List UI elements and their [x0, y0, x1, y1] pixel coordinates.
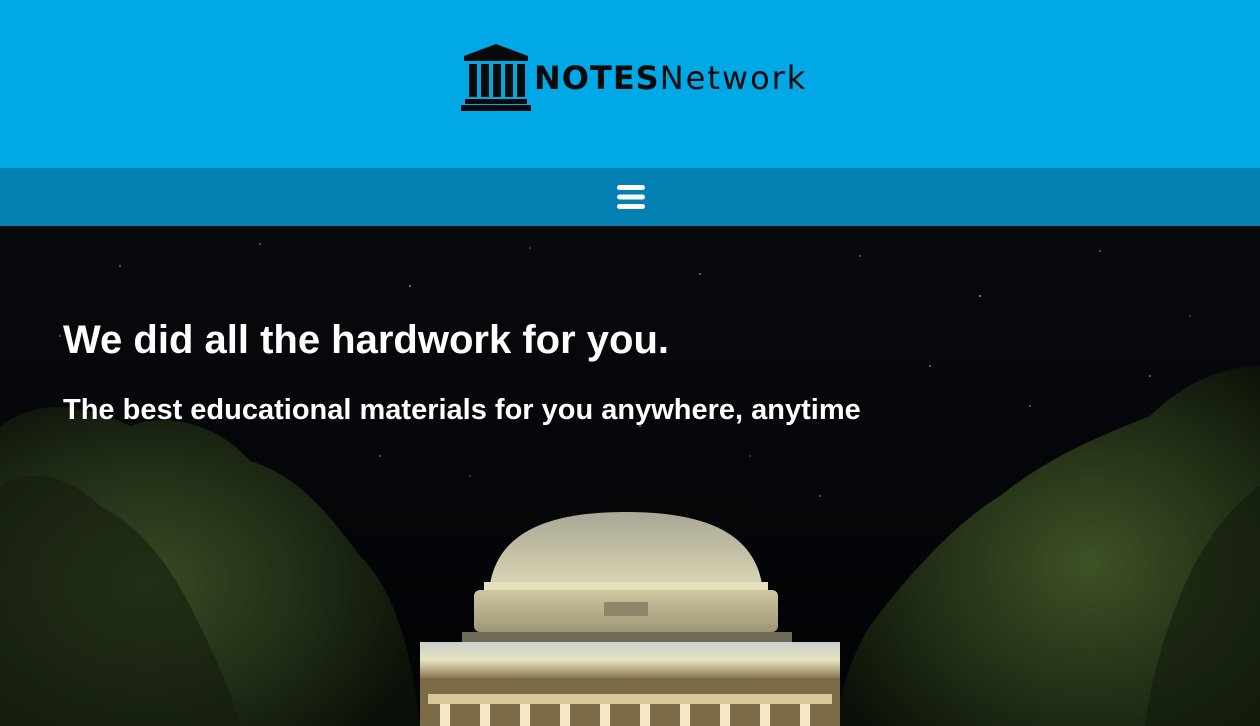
site-header: NOTESNetwork	[0, 0, 1260, 168]
site-logo[interactable]: NOTESNetwork	[460, 44, 807, 112]
hero-title: We did all the hardwork for you.	[63, 318, 669, 362]
menu-toggle-button[interactable]	[612, 178, 650, 216]
main-navbar	[0, 168, 1260, 226]
logo-text: NOTESNetwork	[534, 59, 807, 97]
logo-text-light: Network	[659, 59, 808, 97]
hero-banner: We did all the hardwork for you. The bes…	[0, 226, 1260, 726]
logo-text-bold: NOTES	[534, 59, 660, 97]
building-columns-icon	[461, 44, 531, 111]
hero-background-image	[0, 226, 1260, 726]
hero-subtitle: The best educational materials for you a…	[63, 394, 861, 426]
hamburger-menu-icon	[617, 185, 645, 209]
